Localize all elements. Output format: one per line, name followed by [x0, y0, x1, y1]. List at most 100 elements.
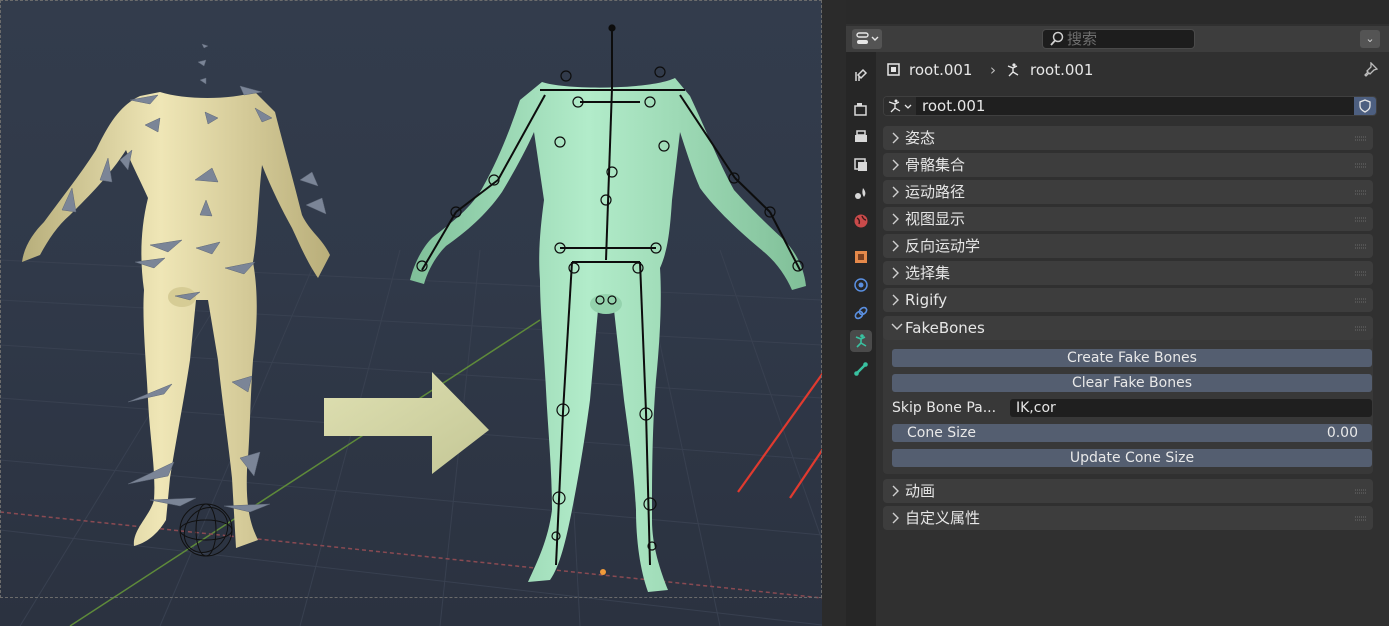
chevron-down-icon [891, 323, 903, 330]
chevron-right-icon [892, 240, 899, 252]
properties-tabs [846, 52, 876, 626]
tab-bone[interactable] [850, 358, 872, 380]
left-character-model [22, 92, 330, 548]
panel-label: Rigify [905, 291, 948, 309]
armature-browse-icon [888, 99, 912, 113]
search-input[interactable]: 搜索 [1042, 29, 1195, 49]
drag-grip-icon[interactable] [1355, 271, 1367, 276]
viewport-scene [0, 24, 822, 626]
blender-window: 搜索 ⌄ root.001 › root.001 root.001 姿态 骨骼集… [0, 0, 1389, 626]
cone-size-label: Cone Size [907, 425, 977, 441]
search-icon [1050, 31, 1064, 46]
drag-grip-icon[interactable] [1355, 244, 1367, 249]
skip-bone-patterns-input[interactable]: IK,cor [1010, 399, 1372, 417]
tab-object[interactable] [850, 246, 872, 268]
drag-grip-icon[interactable] [1355, 326, 1367, 331]
shield-icon [1359, 99, 1371, 113]
pin-icon[interactable] [1364, 62, 1378, 78]
properties-top-strip [846, 0, 1389, 24]
cone-size-value: 0.00 [1326, 425, 1358, 441]
object-tab-icon [855, 251, 867, 263]
tab-physics[interactable] [850, 274, 872, 296]
panel-inverse-kinematics[interactable]: 反向运动学 [883, 234, 1373, 258]
drag-grip-icon[interactable] [1355, 489, 1367, 494]
editor-type-icon [856, 32, 879, 44]
red-annotation-arrows [737, 372, 822, 499]
drag-grip-icon[interactable] [1355, 217, 1367, 222]
drag-grip-icon[interactable] [1355, 163, 1367, 168]
chevron-right-icon [892, 159, 899, 171]
skip-bone-patterns-label: Skip Bone Pa... [892, 400, 997, 416]
fakebones-panel-header[interactable]: FakeBones [883, 316, 1373, 340]
tab-tool[interactable] [850, 64, 872, 86]
panel-viewport-display[interactable]: 视图显示 [883, 207, 1373, 231]
chevron-right-icon [892, 267, 899, 279]
breadcrumb-data-name: root.001 [1030, 61, 1094, 79]
panel-label: 反向运动学 [905, 237, 981, 255]
area-divider[interactable] [822, 0, 846, 626]
panel-custom-properties[interactable]: 自定义属性 [883, 506, 1373, 530]
data-block-browse-button[interactable] [884, 97, 916, 115]
panel-label: 骨骼集合 [905, 156, 966, 174]
chevron-right-icon [892, 132, 899, 144]
drag-grip-icon[interactable] [1355, 298, 1367, 303]
breadcrumb-separator: › [990, 61, 996, 79]
panel-bone-collections[interactable]: 骨骼集合 [883, 153, 1373, 177]
view-layer-tab-icon [854, 158, 867, 171]
tool-tab-icon [855, 68, 868, 81]
tab-world[interactable] [850, 210, 872, 232]
tab-constraints[interactable] [850, 302, 872, 324]
cone-size-field[interactable]: Cone Size 0.00 [892, 424, 1372, 442]
tab-scene[interactable] [850, 182, 872, 204]
tab-render[interactable] [850, 98, 872, 120]
panel-fakebones: FakeBones Create Fake Bones Clear Fake B… [883, 316, 1373, 474]
armature-icon [1007, 63, 1019, 77]
create-fake-bones-button[interactable]: Create Fake Bones [892, 349, 1372, 367]
origin-point [600, 569, 606, 575]
drag-grip-icon[interactable] [1355, 516, 1367, 521]
options-dropdown-button[interactable]: ⌄ [1360, 30, 1380, 48]
editor-type-button[interactable] [852, 29, 882, 49]
properties-content: root.001 › root.001 root.001 姿态 骨骼集合 运动路… [876, 52, 1389, 626]
constraints-tab-icon [854, 306, 868, 320]
object-icon [887, 63, 900, 76]
tab-view-layer[interactable] [850, 154, 872, 176]
panel-label: 自定义属性 [905, 509, 981, 527]
panel-label: 视图显示 [905, 210, 966, 228]
drag-grip-icon[interactable] [1355, 136, 1367, 141]
panel-label: 动画 [905, 482, 936, 500]
properties-editor: 搜索 ⌄ root.001 › root.001 root.001 姿态 骨骼集… [846, 0, 1389, 626]
panel-animation[interactable]: 动画 [883, 479, 1373, 503]
render-tab-icon [854, 103, 867, 116]
chevron-right-icon [892, 213, 899, 225]
panel-selection-sets[interactable]: 选择集 [883, 261, 1373, 285]
physics-tab-icon [854, 278, 868, 292]
chevron-right-icon [892, 485, 899, 497]
update-cone-size-button[interactable]: Update Cone Size [892, 449, 1372, 467]
panel-label: 选择集 [905, 264, 951, 282]
panel-label: 运动路径 [905, 183, 966, 201]
panel-label: 姿态 [905, 129, 936, 147]
object-data-armature-tab-icon [855, 334, 867, 348]
fake-user-button[interactable] [1354, 97, 1376, 115]
panel-pose[interactable]: 姿态 [883, 126, 1373, 150]
output-tab-icon [855, 130, 867, 142]
panel-motion-paths[interactable]: 运动路径 [883, 180, 1373, 204]
world-tab-icon [854, 214, 868, 228]
clear-fake-bones-button[interactable]: Clear Fake Bones [892, 374, 1372, 392]
chevron-right-icon [892, 294, 899, 306]
breadcrumb-object-name: root.001 [909, 61, 973, 79]
data-block-name[interactable]: root.001 [922, 97, 985, 115]
drag-grip-icon[interactable] [1355, 190, 1367, 195]
properties-header: 搜索 ⌄ [846, 26, 1389, 52]
panel-rigify[interactable]: Rigify [883, 288, 1373, 312]
tab-object-data-armature[interactable] [850, 330, 872, 352]
floor-grid [0, 249, 822, 626]
3d-viewport[interactable] [0, 0, 822, 626]
chevron-right-icon [892, 186, 899, 198]
armature-data-block-field[interactable]: root.001 [883, 96, 1377, 116]
tab-output[interactable] [850, 126, 872, 148]
scene-tab-icon [855, 188, 866, 199]
right-character-model [410, 78, 806, 592]
search-placeholder: 搜索 [1067, 30, 1098, 48]
